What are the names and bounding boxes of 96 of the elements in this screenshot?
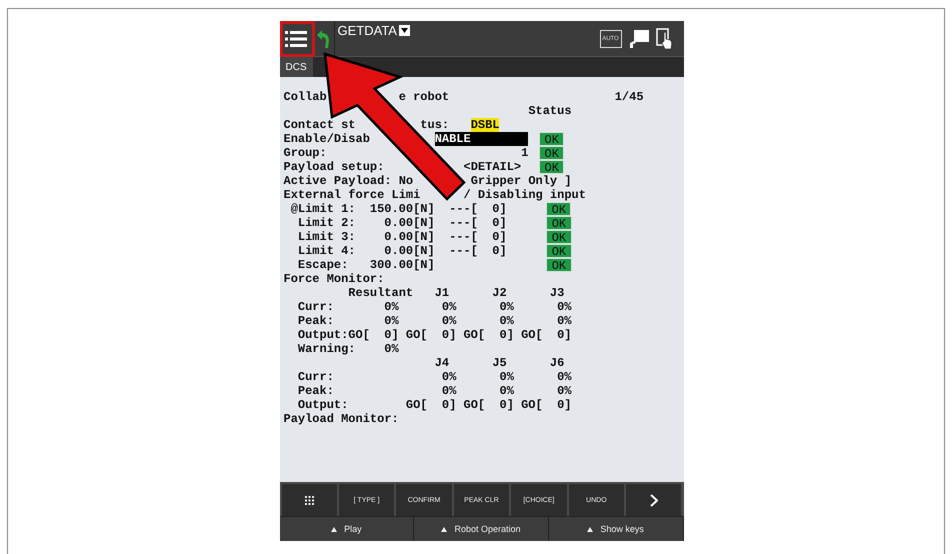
- status-badge: OK: [539, 132, 564, 146]
- screen-text: GO[ 0]: [348, 328, 399, 342]
- screen-text: 0%: [557, 370, 572, 384]
- screen-text: ---[ 0]: [449, 244, 507, 258]
- status-badge: OK: [546, 258, 572, 272]
- screen-text: Warning:: [298, 342, 356, 356]
- screen-text: Payload setup:: [284, 160, 384, 174]
- value-field[interactable]: NABLE: [434, 132, 528, 146]
- screen-text: J3: [550, 286, 564, 300]
- screen-text: Force Monitor:: [284, 272, 384, 286]
- screen-text: 0%: [557, 384, 572, 398]
- dropdown-icon[interactable]: [398, 25, 410, 36]
- screen-text: Peak:: [298, 314, 334, 328]
- breadcrumb-tab[interactable]: DCS: [280, 57, 313, 77]
- screen-text: Gripper Only: [470, 174, 558, 188]
- back-arrow-icon: [316, 28, 330, 48]
- screen-text: GO[ 0]: [406, 328, 456, 342]
- screen-text: 0%: [500, 370, 514, 384]
- status-badge: OK: [546, 244, 572, 258]
- screen-text: 0.00[N]: [384, 216, 435, 230]
- highlight-frame: [280, 21, 314, 57]
- menu-icon: [285, 30, 307, 48]
- status-badge: OK: [546, 202, 572, 216]
- screen-text: Curr:: [298, 370, 334, 384]
- screen-text: Limit 3:: [298, 230, 356, 244]
- screen-title[interactable]: GETDATA: [338, 24, 397, 38]
- next-button[interactable]: [626, 484, 682, 516]
- screen-text: 1/45: [614, 90, 644, 104]
- status-value: DSBL: [470, 118, 500, 132]
- screen-text: GO[ 0]: [463, 328, 514, 342]
- screen-text: J4: [434, 356, 450, 370]
- screen-text: Enable/Disab: [284, 132, 370, 146]
- screen-text: J1: [434, 286, 450, 300]
- screen-text: Contact st: [284, 118, 356, 132]
- screen-text: e robot: [398, 90, 450, 104]
- screen-text: Limit 2:: [298, 216, 356, 230]
- screen-text: / Disabling input: [464, 188, 586, 202]
- screen-text: Group:: [284, 146, 327, 160]
- screen-text: @Limit 1:: [290, 202, 356, 216]
- menu-tab[interactable]: Robot Operation: [414, 517, 549, 541]
- status-badge: OK: [546, 230, 572, 244]
- screen-text: GO[ 0]: [521, 398, 572, 412]
- screen-text: <DETAIL>: [464, 160, 522, 174]
- screen-text: Collab: [284, 90, 327, 104]
- screen-text: GO[ 0]: [464, 398, 514, 412]
- touch-hand-icon[interactable]: [656, 28, 674, 50]
- screen-text: ---[ 0]: [449, 202, 507, 216]
- triangle-up-icon: [331, 526, 338, 532]
- screen-text: 0%: [442, 300, 456, 314]
- screen-text: J2: [492, 286, 507, 300]
- screen-text: ---[ 0]: [449, 230, 507, 244]
- chevron-right-icon: [650, 494, 658, 506]
- menu-tab[interactable]: Show keys: [548, 517, 684, 541]
- grid-icon: [304, 496, 314, 504]
- screen-text: 0%: [442, 314, 456, 328]
- screen-text: Output:: [298, 328, 348, 342]
- screen-text: 1: [521, 146, 528, 160]
- screen-text: Payload Monitor:: [284, 412, 399, 426]
- screen-text: tus:: [420, 118, 450, 132]
- robot-screen-icon[interactable]: [628, 28, 650, 48]
- screen-text: Active Payload: No: [284, 174, 414, 188]
- menu-tab[interactable]: Play: [280, 517, 414, 541]
- screen-text: 0%: [442, 384, 456, 398]
- screen-text: External force Limi: [284, 188, 420, 202]
- screen-text: J5: [492, 356, 507, 370]
- status-badge: OK: [539, 146, 564, 160]
- screen-text: 0%: [384, 314, 399, 328]
- screen-text: 0%: [384, 300, 399, 314]
- screen-text: 300.00[N]: [370, 258, 435, 272]
- screen-text: Resultant: [348, 286, 414, 300]
- screen-text: 0%: [442, 370, 456, 384]
- status-badge: OK: [546, 216, 572, 230]
- screen-text: 150.00[N]: [370, 202, 435, 216]
- screen-text: 0%: [384, 342, 399, 356]
- screen-text: 0%: [500, 384, 514, 398]
- screen-text: J6: [550, 356, 564, 370]
- screen-text: Curr:: [298, 300, 334, 314]
- screen-text: 0%: [499, 300, 514, 314]
- triangle-up-icon: [441, 526, 448, 532]
- screen-text: GO[ 0]: [521, 328, 572, 342]
- screen-text: Limit 4:: [298, 244, 356, 258]
- screen-text: Output:: [298, 398, 348, 412]
- screen-text: Escape:: [298, 258, 348, 272]
- screen-text: Peak:: [298, 384, 334, 398]
- screen-text: 0.00[N]: [384, 244, 435, 258]
- screen-text: 0.00[N]: [384, 230, 435, 244]
- screen-text: ]: [564, 174, 572, 188]
- screen-text: GO[ 0]: [406, 398, 456, 412]
- screen-text: 0%: [557, 300, 572, 314]
- screen-text: 0%: [557, 314, 572, 328]
- status-badge: OK: [539, 160, 564, 174]
- screen-text: ---[ 0]: [449, 216, 507, 230]
- screen-text: Status: [528, 104, 572, 118]
- grid-button[interactable]: [282, 484, 337, 516]
- screen-text: 0%: [499, 314, 514, 328]
- triangle-up-icon: [587, 526, 594, 532]
